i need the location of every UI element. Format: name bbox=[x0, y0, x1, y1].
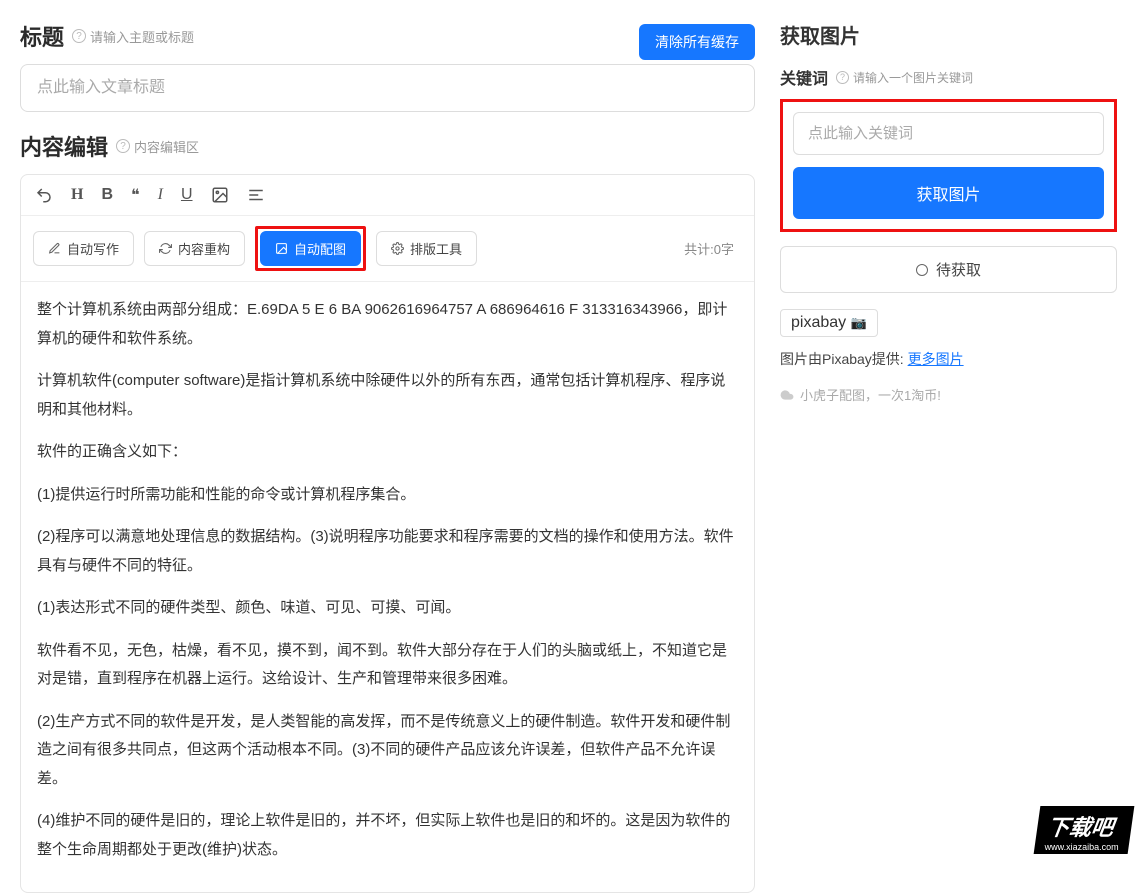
editor-box: H B ❝ I U 自动写作 内容重构 bbox=[20, 174, 755, 893]
pending-button[interactable]: 待获取 bbox=[780, 246, 1117, 293]
layout-tool-label: 排版工具 bbox=[410, 239, 462, 258]
pixabay-badge: pixabay 📷 bbox=[780, 309, 878, 337]
paragraph: (1)提供运行时所需功能和性能的命令或计算机程序集合。 bbox=[37, 481, 738, 510]
question-icon: ? bbox=[116, 139, 130, 153]
question-icon: ? bbox=[72, 29, 86, 43]
action-toolbar: 自动写作 内容重构 自动配图 排版工具 共计:0字 bbox=[21, 216, 754, 282]
fetch-image-button[interactable]: 获取图片 bbox=[793, 167, 1104, 219]
clear-cache-button[interactable]: 清除所有缓存 bbox=[639, 24, 755, 60]
title-hint: ? 请输入主题或标题 bbox=[72, 27, 194, 46]
keyword-input[interactable] bbox=[793, 112, 1104, 155]
paragraph: 计算机软件(computer software)是指计算机系统中除硬件以外的所有… bbox=[37, 367, 738, 424]
circle-icon bbox=[916, 264, 928, 276]
pixabay-text: 图片由Pixabay提供: bbox=[780, 351, 904, 367]
paragraph: (2)生产方式不同的软件是开发，是人类智能的高发挥，而不是传统意义上的硬件制造。… bbox=[37, 708, 738, 794]
image-icon[interactable] bbox=[211, 186, 229, 204]
auto-image-label: 自动配图 bbox=[294, 239, 346, 258]
highlight-box: 自动配图 bbox=[255, 226, 366, 271]
more-images-link[interactable]: 更多图片 bbox=[908, 351, 964, 367]
watermark: 下载吧 www.xiazaiba.com bbox=[1034, 806, 1135, 854]
format-toolbar: H B ❝ I U bbox=[21, 175, 754, 216]
underline-button[interactable]: U bbox=[181, 186, 193, 204]
keyword-label: 关键词 bbox=[780, 65, 828, 89]
italic-button[interactable]: I bbox=[158, 186, 163, 204]
camera-icon: 📷 bbox=[851, 315, 867, 330]
restructure-label: 内容重构 bbox=[178, 239, 230, 258]
quote-button[interactable]: ❝ bbox=[131, 185, 140, 205]
watermark-text: 下载吧 bbox=[1046, 815, 1116, 840]
highlight-frame: 获取图片 bbox=[780, 99, 1117, 232]
paragraph: (1)表达形式不同的硬件类型、颜色、味道、可见、可摸、可闻。 bbox=[37, 594, 738, 623]
pending-label: 待获取 bbox=[936, 259, 981, 280]
article-title-input[interactable] bbox=[20, 64, 755, 112]
paragraph: 软件看不见，无色，枯燥，看不见，摸不到，闻不到。软件大部分存在于人们的头脑或纸上… bbox=[37, 637, 738, 694]
paragraph: 软件的正确含义如下： bbox=[37, 438, 738, 467]
auto-write-button[interactable]: 自动写作 bbox=[33, 231, 134, 266]
align-left-icon[interactable] bbox=[247, 186, 265, 204]
tip-line: 小虎子配图，一次1淘币! bbox=[780, 385, 1117, 404]
undo-icon[interactable] bbox=[35, 186, 53, 204]
pixabay-brand: pixabay bbox=[791, 314, 846, 331]
question-icon: ? bbox=[836, 71, 849, 84]
bold-button[interactable]: B bbox=[101, 186, 113, 204]
content-hint-text: 内容编辑区 bbox=[134, 137, 199, 156]
paragraph: (2)程序可以满意地处理信息的数据结构。(3)说明程序功能要求和程序需要的文档的… bbox=[37, 523, 738, 580]
restructure-button[interactable]: 内容重构 bbox=[144, 231, 245, 266]
layout-tool-button[interactable]: 排版工具 bbox=[376, 231, 477, 266]
word-count: 共计:0字 bbox=[684, 239, 742, 258]
auto-write-label: 自动写作 bbox=[67, 239, 119, 258]
title-hint-text: 请输入主题或标题 bbox=[90, 27, 194, 46]
paragraph: (4)维护不同的硬件是旧的，理论上软件是旧的，并不坏，但实际上软件也是旧的和坏的… bbox=[37, 807, 738, 864]
pixabay-attribution: 图片由Pixabay提供: 更多图片 bbox=[780, 349, 1117, 369]
editor-content[interactable]: 整个计算机系统由两部分组成：E.69DA 5 E 6 BA 9062616964… bbox=[21, 282, 754, 892]
watermark-url: www.xiazaiba.com bbox=[1045, 842, 1119, 852]
cloud-icon bbox=[780, 388, 794, 402]
paragraph: 整个计算机系统由两部分组成：E.69DA 5 E 6 BA 9062616964… bbox=[37, 296, 738, 353]
heading-button[interactable]: H bbox=[71, 186, 83, 204]
content-section-label: 内容编辑 bbox=[20, 130, 108, 162]
fetch-image-title: 获取图片 bbox=[780, 20, 1117, 49]
title-section-label: 标题 bbox=[20, 20, 64, 52]
tip-text: 小虎子配图，一次1淘币! bbox=[800, 385, 941, 404]
keyword-hint-text: 请输入一个图片关键词 bbox=[853, 69, 973, 86]
auto-image-button[interactable]: 自动配图 bbox=[260, 231, 361, 266]
content-hint: ? 内容编辑区 bbox=[116, 137, 199, 156]
keyword-hint: ? 请输入一个图片关键词 bbox=[836, 69, 973, 86]
